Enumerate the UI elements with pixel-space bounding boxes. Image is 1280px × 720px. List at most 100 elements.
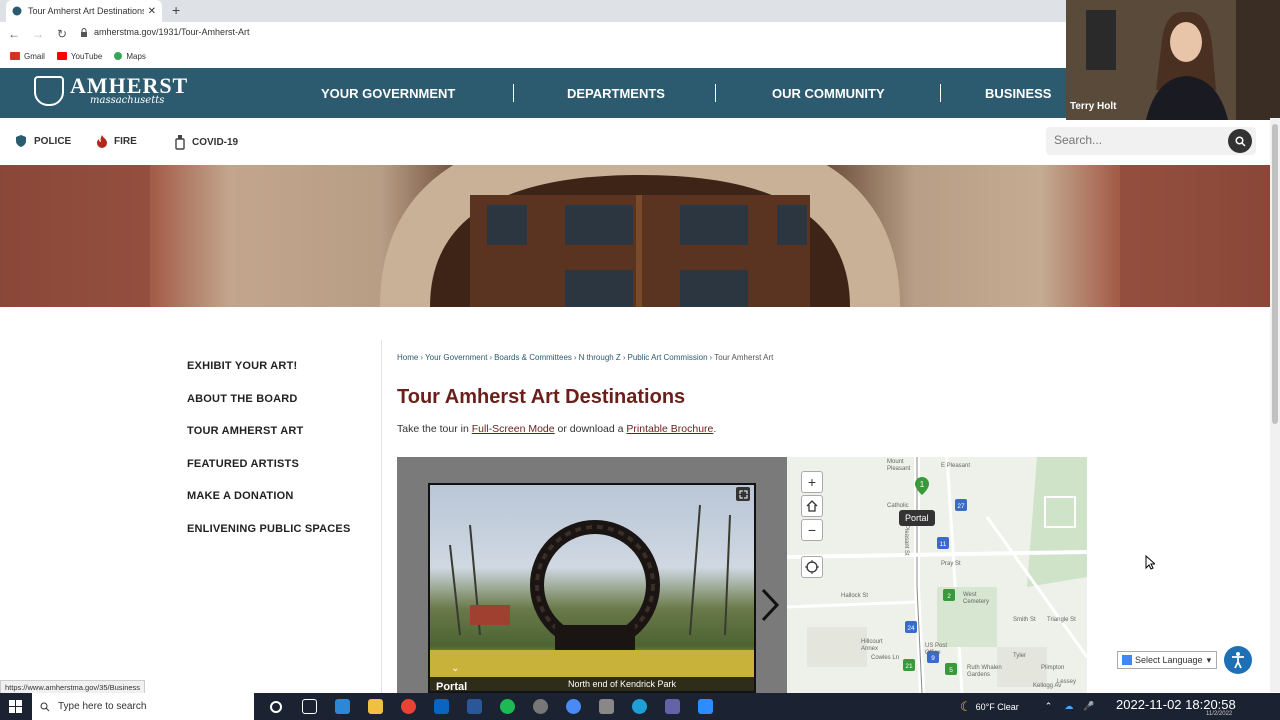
breadcrumb-separator: › xyxy=(573,353,577,362)
map-zoom-in-button[interactable]: + xyxy=(801,471,823,493)
language-select[interactable]: Select Language ▾ xyxy=(1117,651,1217,669)
microphone-icon[interactable]: 🎤 xyxy=(1083,701,1094,712)
teams-icon[interactable] xyxy=(665,699,680,714)
town-seal-icon xyxy=(34,76,64,106)
sidemenu-make-a-donation[interactable]: MAKE A DONATION xyxy=(187,490,351,523)
sidemenu-tour-amherst-art[interactable]: TOUR AMHERST ART xyxy=(187,425,351,458)
map-label: Lessey xyxy=(1057,679,1077,685)
weather-text[interactable]: 60°F Clear xyxy=(976,702,1019,712)
bookmark-gmail[interactable]: Gmail xyxy=(10,52,45,61)
site-favicon-icon xyxy=(12,6,22,16)
lock-icon xyxy=(81,27,87,37)
system-app-icon[interactable] xyxy=(533,699,548,714)
edge-icon[interactable] xyxy=(632,699,647,714)
map-label: Ruth Whalen Gardens xyxy=(967,665,1002,678)
outlook-icon[interactable] xyxy=(434,699,449,714)
quicklink-covid[interactable]: COVID-19 xyxy=(174,134,238,150)
nav-our-community[interactable]: OUR COMMUNITY xyxy=(772,68,885,118)
crosshair-icon xyxy=(805,560,819,574)
intro-suffix: . xyxy=(713,423,717,435)
spotify-icon[interactable] xyxy=(500,699,515,714)
taskbar-clock[interactable]: 2022-11-02 18:20:58 xyxy=(1116,697,1236,712)
chevron-down-icon[interactable]: ⌄ xyxy=(451,663,459,674)
sidemenu-featured-artists[interactable]: FEATURED ARTISTS xyxy=(187,458,351,491)
nav-business[interactable]: BUSINESS xyxy=(985,68,1051,118)
portal-sculpture-photo[interactable] xyxy=(428,483,756,693)
mouse-cursor-icon xyxy=(1145,555,1155,570)
map-label: Tyler xyxy=(1013,653,1027,659)
sidemenu-exhibit-your-art[interactable]: EXHIBIT YOUR ART! xyxy=(187,360,351,393)
new-tab-icon[interactable]: + xyxy=(172,2,180,18)
participant-name: Terry Holt xyxy=(1070,101,1117,112)
calculator-icon[interactable] xyxy=(599,699,614,714)
back-icon[interactable]: ← xyxy=(4,27,24,41)
tray-chevron-icon[interactable]: ⌃ xyxy=(1045,701,1053,712)
messenger-icon[interactable] xyxy=(566,699,581,714)
tour-map[interactable]: 1 27 11 2 24 21 9 5 Mount Pleasant E Ple… xyxy=(787,457,1087,693)
windows-start-icon[interactable] xyxy=(9,700,22,713)
map-label: E Pleasant xyxy=(941,463,971,469)
fullscreen-arrows-icon xyxy=(739,490,747,498)
page-scrollbar[interactable] xyxy=(1270,118,1280,692)
breadcrumb-home[interactable]: Home xyxy=(397,353,418,362)
taskbar-search[interactable]: Type here to search xyxy=(32,693,254,720)
remote-desktop-icon[interactable] xyxy=(335,699,350,714)
sanitizer-bottle-icon xyxy=(175,135,185,150)
onedrive-icon[interactable]: ☁ xyxy=(1064,701,1073,712)
site-search xyxy=(1046,127,1256,155)
map-locate-button[interactable] xyxy=(801,556,823,578)
bookmark-maps[interactable]: Maps xyxy=(114,52,146,61)
quicklink-label: COVID-19 xyxy=(192,136,239,148)
cortana-icon[interactable] xyxy=(270,701,282,713)
search-input[interactable] xyxy=(1054,133,1224,147)
google-translate-icon xyxy=(1122,655,1132,665)
quicklink-police[interactable]: POLICE xyxy=(14,134,71,148)
breadcrumb: Home › Your Government › Boards & Committees… xyxy=(397,353,773,362)
sidemenu-enlivening-public-spaces[interactable]: ENLIVENING PUBLIC SPACES xyxy=(187,523,351,556)
forward-icon[interactable]: → xyxy=(28,27,48,41)
chrome-icon[interactable] xyxy=(401,699,416,714)
accessibility-icon xyxy=(1232,652,1244,669)
nav-your-government[interactable]: YOUR GOVERNMENT xyxy=(321,68,455,118)
file-explorer-icon[interactable] xyxy=(368,699,383,714)
map-zoom-out-button[interactable]: − xyxy=(801,519,823,541)
taskbar-date-small: 11/2/2022 xyxy=(1206,711,1233,717)
scrollbar-thumb[interactable] xyxy=(1272,124,1278,424)
fullscreen-mode-link[interactable]: Full-Screen Mode xyxy=(472,423,555,435)
quicklink-fire[interactable]: FIRE xyxy=(96,134,137,148)
zoom-icon[interactable] xyxy=(698,699,713,714)
printable-brochure-link[interactable]: Printable Brochure xyxy=(626,423,713,435)
breadcrumb-n-through-z[interactable]: N through Z xyxy=(579,353,621,362)
url-field[interactable]: amherstma.gov/1931/Tour-Amherst-Art xyxy=(80,27,250,37)
amherst-logo[interactable]: AMHERST massachusetts xyxy=(34,75,188,106)
sidemenu-about-the-board[interactable]: ABOUT THE BOARD xyxy=(187,393,351,426)
breadcrumb-boards[interactable]: Boards & Committees xyxy=(494,353,572,362)
search-button[interactable] xyxy=(1228,129,1252,153)
map-label: US Post Office xyxy=(925,643,948,656)
sculpture-illustration xyxy=(430,504,754,691)
language-select-label: Select Language xyxy=(1135,655,1203,665)
breadcrumb-your-government[interactable]: Your Government xyxy=(425,353,487,362)
map-label: Plimpton xyxy=(1041,665,1065,671)
nav-divider xyxy=(715,84,716,102)
bookmark-youtube[interactable]: YouTube xyxy=(56,52,102,61)
video-call-overlay: Terry Holt xyxy=(1066,0,1280,120)
nav-departments[interactable]: DEPARTMENTS xyxy=(567,68,665,118)
next-arrow-icon[interactable] xyxy=(759,587,781,623)
map-home-button[interactable] xyxy=(801,495,823,517)
reload-icon[interactable]: ↻ xyxy=(52,27,72,41)
system-tray: ☾ 60°F Clear ⌃ ☁ 🎤 xyxy=(960,693,1095,720)
breadcrumb-public-art[interactable]: Public Art Commission xyxy=(628,353,708,362)
accessibility-button[interactable] xyxy=(1224,646,1252,674)
tab-close-icon[interactable]: ✕ xyxy=(148,6,156,17)
breadcrumb-current: Tour Amherst Art xyxy=(714,353,774,362)
breadcrumb-separator: › xyxy=(622,353,626,362)
browser-tab[interactable]: Tour Amherst Art Destinations | A ✕ xyxy=(6,0,162,22)
bookmark-label: Gmail xyxy=(24,51,45,61)
map-street-labels: Mount Pleasant E Pleasant Catholic Pray … xyxy=(787,457,1087,693)
task-view-icon[interactable] xyxy=(302,699,317,714)
breadcrumb-separator: › xyxy=(489,353,493,362)
nav-divider xyxy=(940,84,941,102)
word-icon[interactable] xyxy=(467,699,482,714)
expand-icon[interactable] xyxy=(736,487,750,501)
